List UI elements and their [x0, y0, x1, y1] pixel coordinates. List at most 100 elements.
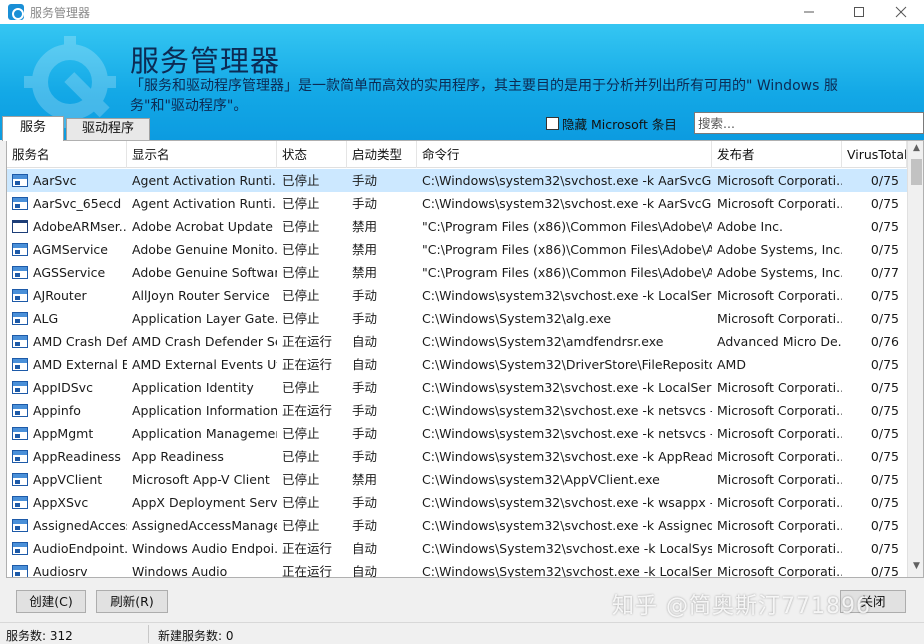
- service-icon: [12, 473, 28, 486]
- cell-start-type: 手动: [352, 196, 378, 211]
- cell-command-line: C:\Windows\system32\AppVClient.exe: [422, 472, 660, 487]
- table-row[interactable]: Audiosrv Windows Audio 正在运行 自动 C:\Windows\Sy…: [7, 560, 907, 578]
- create-button[interactable]: 创建(C): [16, 590, 86, 613]
- cell-publisher: Microsoft Corporati...: [717, 403, 842, 418]
- cell-status: 正在运行: [282, 357, 333, 372]
- cell-status: 已停止: [282, 449, 320, 464]
- cell-display-name: AssignedAccessManage...: [132, 518, 277, 533]
- cell-virustotal: 0/75: [870, 380, 899, 395]
- service-icon: [12, 381, 28, 394]
- cell-publisher: Microsoft Corporati...: [717, 518, 842, 533]
- cell-start-type: 自动: [352, 334, 378, 349]
- maximize-button[interactable]: [836, 0, 882, 24]
- status-new-service-count: 新建服务数: 0: [158, 629, 234, 643]
- column-header-start-type[interactable]: 启动类型: [347, 141, 417, 168]
- table-row[interactable]: AssignedAccess... AssignedAccessManage...…: [7, 514, 907, 537]
- cell-virustotal: 0/75: [870, 564, 899, 578]
- table-row[interactable]: AppMgmt Application Management 已停止 手动 C:\Win…: [7, 422, 907, 445]
- scroll-thumb[interactable]: [911, 159, 922, 185]
- cell-virustotal: 0/75: [870, 426, 899, 441]
- table-row[interactable]: AarSvc_65ecd Agent Activation Runti... 已停止…: [7, 192, 907, 215]
- app-gear-icon: [8, 4, 24, 20]
- cell-command-line: C:\Windows\System32\amdfendrsr.exe: [422, 334, 664, 349]
- cell-display-name: Windows Audio Endpoi...: [132, 541, 277, 556]
- table-row[interactable]: AppVClient Microsoft App-V Client 已停止 禁用 C:\…: [7, 468, 907, 491]
- cell-status: 已停止: [282, 426, 320, 441]
- column-header-status[interactable]: 状态: [277, 141, 347, 168]
- cell-status: 已停止: [282, 495, 320, 510]
- cell-publisher: Microsoft Corporati...: [717, 311, 842, 326]
- tab-drivers[interactable]: 驱动程序: [66, 118, 150, 140]
- table-row[interactable]: AppReadiness App Readiness 已停止 手动 C:\Windows…: [7, 445, 907, 468]
- column-header-command-line[interactable]: 命令行: [417, 141, 712, 168]
- table-row[interactable]: AGMService Adobe Genuine Monito... 已停止 禁用 "C…: [7, 238, 907, 261]
- cell-publisher: Microsoft Corporati...: [717, 541, 842, 556]
- cell-virustotal: 0/75: [870, 541, 899, 556]
- cell-display-name: AppX Deployment Servi...: [132, 495, 277, 510]
- close-button[interactable]: [878, 0, 924, 24]
- cell-service-name: AppReadiness: [7, 445, 127, 468]
- table-row[interactable]: AdobeARMser... Adobe Acrobat Update ... 已停…: [7, 215, 907, 238]
- cell-command-line: "C:\Program Files (x86)\Common Files\Ado…: [422, 219, 712, 234]
- hide-microsoft-checkbox[interactable]: 隐藏 Microsoft 条目: [546, 114, 677, 133]
- services-list[interactable]: 服务名 显示名 状态 启动类型 命令行 发布者 VirusTotal AarSv…: [6, 140, 924, 578]
- vertical-scrollbar[interactable]: ▲ ▼: [907, 141, 923, 577]
- status-separator: [148, 625, 149, 643]
- cell-display-name: Agent Activation Runti...: [132, 196, 277, 211]
- column-header-display-name[interactable]: 显示名: [127, 141, 277, 168]
- watermark: 知乎 @简奥斯汀771896: [612, 594, 871, 619]
- service-name-text: AppIDSvc: [33, 380, 93, 395]
- scroll-down-icon[interactable]: ▼: [908, 561, 923, 575]
- cell-virustotal: 0/75: [870, 288, 899, 303]
- service-icon: [12, 496, 28, 509]
- checkbox-box[interactable]: [546, 117, 559, 130]
- service-name-text: AudioEndpoint...: [33, 541, 127, 556]
- cell-virustotal: 0/75: [870, 472, 899, 487]
- service-icon: [12, 404, 28, 417]
- service-name-text: AssignedAccess...: [33, 518, 127, 533]
- cell-publisher: Microsoft Corporati...: [717, 380, 842, 395]
- cell-virustotal: 0/75: [870, 242, 899, 257]
- tab-services[interactable]: 服务: [2, 116, 64, 141]
- cell-publisher: Adobe Systems, Inc....: [717, 242, 842, 257]
- cell-status: 已停止: [282, 196, 320, 211]
- table-row[interactable]: Appinfo Application Information 正在运行 手动 C:\W…: [7, 399, 907, 422]
- search-input[interactable]: [694, 112, 924, 134]
- cell-publisher: Adobe Inc.: [717, 219, 783, 234]
- cell-command-line: C:\Windows\system32\svchost.exe -k Local…: [422, 288, 712, 303]
- cell-command-line: C:\Windows\system32\svchost.exe -k Local…: [422, 380, 712, 395]
- table-row[interactable]: AudioEndpoint... Windows Audio Endpoi... 正…: [7, 537, 907, 560]
- maximize-icon: [854, 7, 864, 17]
- table-row[interactable]: ALG Application Layer Gate... 已停止 手动 C:\Wind…: [7, 307, 907, 330]
- table-row[interactable]: AGSService Adobe Genuine Softwar... 已停止 禁用 "…: [7, 261, 907, 284]
- cell-status: 正在运行: [282, 564, 333, 578]
- cell-virustotal: 0/75: [870, 173, 899, 188]
- cell-start-type: 禁用: [352, 265, 378, 280]
- cell-display-name: Windows Audio: [132, 564, 228, 578]
- hide-microsoft-label: 隐藏 Microsoft 条目: [562, 117, 677, 132]
- scroll-up-icon[interactable]: ▲: [908, 143, 923, 157]
- cell-start-type: 自动: [352, 541, 378, 556]
- column-header-virustotal[interactable]: VirusTotal: [842, 141, 907, 168]
- minimize-button[interactable]: [786, 0, 832, 24]
- table-row[interactable]: AMD External E... AMD External Events Uti…: [7, 353, 907, 376]
- table-row[interactable]: AJRouter AllJoyn Router Service 已停止 手动 C:\Wi…: [7, 284, 907, 307]
- table-row[interactable]: AarSvc Agent Activation Runti... 已停止 手动 C:\W…: [7, 169, 907, 192]
- cell-service-name: AppIDSvc: [7, 376, 127, 399]
- table-row[interactable]: AppIDSvc Application Identity 已停止 手动 C:\Wind…: [7, 376, 907, 399]
- table-row[interactable]: AppXSvc AppX Deployment Servi... 已停止 手动 C:\W…: [7, 491, 907, 514]
- cell-display-name: Application Identity: [132, 380, 254, 395]
- list-header: 服务名 显示名 状态 启动类型 命令行 发布者 VirusTotal: [7, 141, 923, 168]
- cell-display-name: Adobe Genuine Monito...: [132, 242, 277, 257]
- cell-start-type: 禁用: [352, 472, 378, 487]
- service-name-text: AMD Crash Def...: [33, 334, 127, 349]
- service-name-text: AdobeARMser...: [33, 219, 127, 234]
- refresh-button[interactable]: 刷新(R): [96, 590, 168, 613]
- window-icon: [12, 220, 28, 233]
- cell-service-name: AJRouter: [7, 284, 127, 307]
- table-row[interactable]: AMD Crash Def... AMD Crash Defender Se...…: [7, 330, 907, 353]
- service-name-text: AarSvc_65ecd: [33, 196, 122, 211]
- cell-service-name: AppXSvc: [7, 491, 127, 514]
- column-header-service-name[interactable]: 服务名: [7, 141, 127, 168]
- column-header-publisher[interactable]: 发布者: [712, 141, 842, 168]
